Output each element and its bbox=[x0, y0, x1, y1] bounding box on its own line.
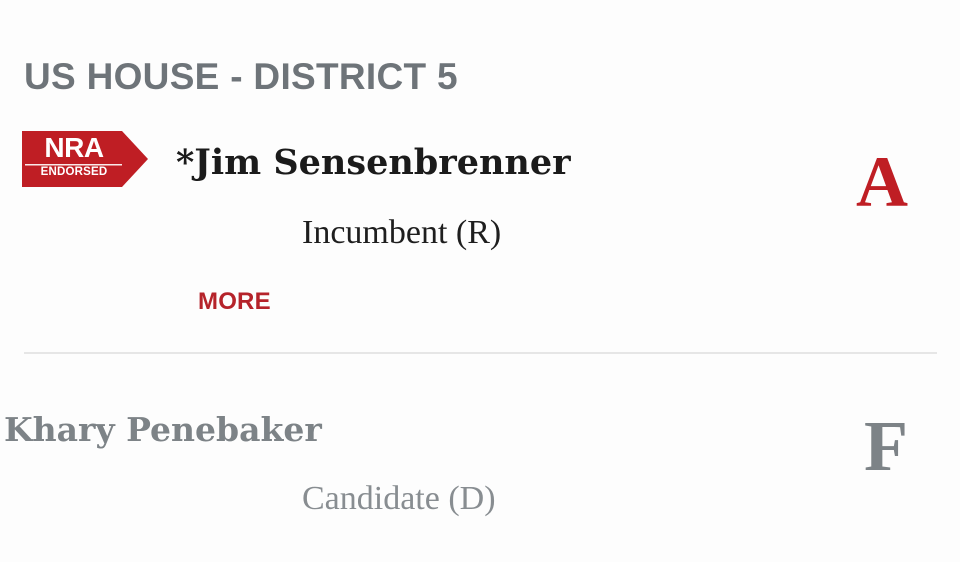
nra-endorsed-badge-icon: NRA ENDORSED bbox=[22, 131, 148, 187]
race-card: US HOUSE - DISTRICT 5 NRA ENDORSED *Jim … bbox=[0, 0, 960, 562]
race-title: US HOUSE - DISTRICT 5 bbox=[24, 56, 458, 97]
candidate-grade: A bbox=[856, 142, 908, 222]
candidate-status: Candidate (D) bbox=[302, 480, 496, 517]
candidate-name: *Jim Sensenbrenner bbox=[176, 142, 571, 183]
candidate-name: Khary Penebaker bbox=[4, 410, 322, 449]
candidate-grade: F bbox=[864, 406, 908, 486]
nra-badge-title: NRA bbox=[44, 132, 104, 163]
candidate-divider bbox=[24, 352, 937, 354]
candidate-status: Incumbent (R) bbox=[302, 214, 502, 251]
more-link[interactable]: MORE bbox=[198, 288, 271, 316]
nra-badge-subtitle: ENDORSED bbox=[40, 166, 108, 178]
